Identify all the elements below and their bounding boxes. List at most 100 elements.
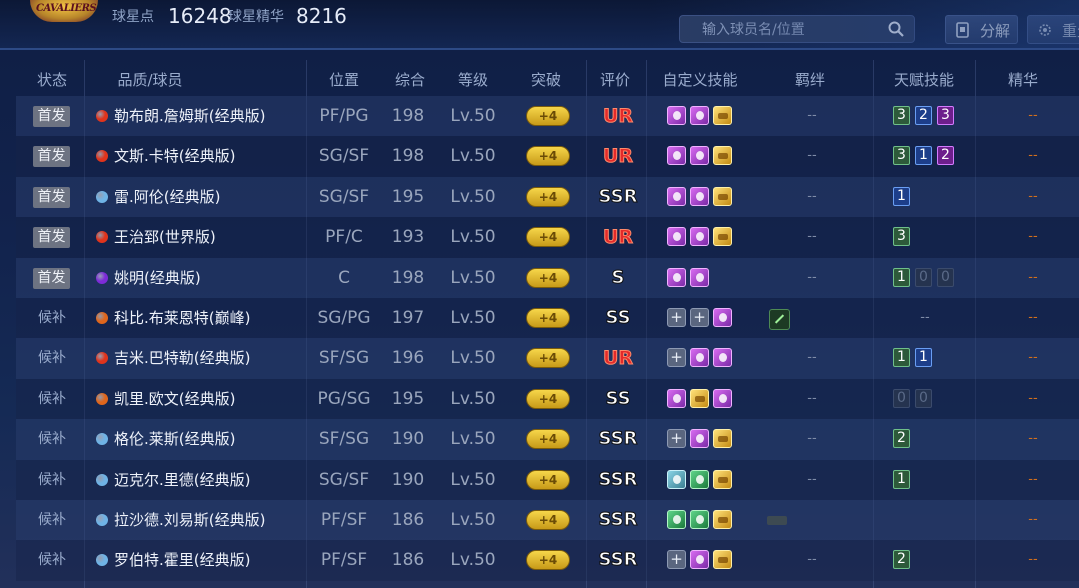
player-row[interactable]: 首发 雷.阿伦(经典版) SG/SF 195 Lv.50 +4 SSR -- 1 -- (16, 176, 1079, 218)
purple-skill-icon[interactable] (667, 186, 686, 206)
player-row[interactable]: 候补 科比.布莱恩特(巅峰) SG/PG 197 Lv.50 +4 SS + + -- -- (16, 297, 1079, 339)
col-essence[interactable]: 精华 (1008, 69, 1038, 90)
talent-level-badge[interactable]: 2 (893, 550, 910, 570)
gold-skill-icon[interactable] (713, 429, 732, 449)
player-row[interactable]: 首发 王治郅(世界版) PF/C 193 Lv.50 +4 UR -- 3 -- (16, 217, 1079, 258)
add-skill-slot[interactable]: + (667, 429, 686, 449)
player-name[interactable]: 吉米.巴特勒(经典版) (114, 338, 250, 378)
player-row[interactable]: 候补 凯里.欧文(经典版) PG/SG 195 Lv.50 +4 SS -- 0 0 -- (16, 378, 1079, 420)
talent-level-badge[interactable]: 0 (893, 388, 910, 408)
talent-level-badge[interactable]: 1 (915, 348, 932, 368)
talent-level-badge[interactable]: 2 (893, 429, 910, 449)
player-row[interactable]: 首发 姚明(经典版) C 198 Lv.50 +4 S -- 1 0 0 -- (16, 257, 1079, 298)
player-name[interactable]: 拉沙德.刘易斯(经典版) (114, 500, 265, 540)
purple-skill-icon[interactable] (667, 267, 686, 287)
purple-skill-icon[interactable] (690, 146, 709, 166)
gold-skill-icon[interactable] (713, 186, 732, 206)
player-name[interactable]: 罗伯特.霍里(经典版) (114, 540, 250, 580)
green-skill-icon[interactable] (690, 509, 709, 529)
starter-badge[interactable]: 首发 (33, 106, 70, 127)
sub-status[interactable]: 候补 (38, 540, 66, 580)
purple-skill-icon[interactable] (667, 227, 686, 247)
purple-skill-icon[interactable] (667, 106, 686, 125)
sub-status[interactable]: 候补 (38, 298, 66, 338)
player-search[interactable] (679, 15, 915, 43)
talent-level-badge[interactable]: 0 (915, 267, 932, 287)
sub-status[interactable]: 候补 (38, 419, 66, 459)
talent-level-badge[interactable]: 2 (937, 146, 954, 166)
talent-level-badge[interactable]: 1 (893, 267, 910, 287)
player-row[interactable]: 候补 格伦.莱斯(经典版) SF/SG 190 Lv.50 +4 SSR + -- 2 -- (16, 419, 1079, 460)
col-level[interactable]: 等级 (458, 69, 488, 90)
purple-skill-icon[interactable] (713, 307, 732, 327)
decompose-button[interactable]: 分解 (945, 15, 1018, 44)
gold-skill-icon[interactable] (713, 509, 732, 529)
bond-icon[interactable] (769, 308, 790, 330)
purple-skill-icon[interactable] (667, 146, 686, 166)
col-player[interactable]: 品质/球员 (117, 69, 182, 90)
col-breakthrough[interactable]: 突破 (531, 69, 561, 90)
add-skill-slot[interactable]: + (667, 550, 686, 570)
starter-badge[interactable]: 首发 (33, 267, 70, 289)
green-skill-icon[interactable] (667, 509, 686, 529)
talent-level-badge[interactable]: 3 (893, 106, 910, 125)
col-status[interactable]: 状态 (37, 69, 67, 90)
player-row[interactable]: 候补 罗伯特.霍里(经典版) PF/SF 186 Lv.50 +4 SSR + -- 2 -- (16, 540, 1079, 581)
col-custom-skills[interactable]: 自定义技能 (662, 69, 737, 90)
talent-level-badge[interactable]: 0 (937, 267, 954, 287)
purple-skill-icon[interactable] (690, 186, 709, 206)
talent-level-badge[interactable]: 1 (915, 146, 932, 166)
col-rating[interactable]: 评价 (600, 69, 630, 90)
purple-skill-icon[interactable] (690, 429, 709, 449)
player-row[interactable]: 首发 文斯.卡特(经典版) SG/SF 198 Lv.50 +4 UR -- 3 1 2 -- (16, 136, 1079, 177)
talent-level-badge[interactable]: 3 (893, 227, 910, 247)
purple-skill-icon[interactable] (713, 388, 732, 408)
starter-badge[interactable]: 首发 (33, 227, 70, 249)
col-overall[interactable]: 综合 (395, 69, 425, 90)
player-name[interactable]: 迈克尔.里德(经典版) (114, 460, 250, 500)
player-name[interactable]: 勒布朗.詹姆斯(经典版) (114, 96, 265, 136)
talent-level-badge[interactable]: 2 (915, 106, 932, 125)
purple-skill-icon[interactable] (667, 388, 686, 408)
talent-level-badge[interactable]: 0 (915, 388, 932, 408)
talent-level-badge[interactable]: 3 (893, 146, 910, 166)
talent-level-badge[interactable]: 3 (937, 106, 954, 125)
green-skill-icon[interactable] (690, 469, 709, 489)
player-name[interactable]: 雷.阿伦(经典版) (114, 177, 220, 217)
player-name[interactable]: 姚明(经典版) (114, 258, 201, 298)
purple-skill-icon[interactable] (690, 106, 709, 125)
reset-button[interactable]: 重生 (1027, 15, 1079, 44)
player-name[interactable]: 凯里.欧文(经典版) (114, 379, 235, 419)
purple-skill-icon[interactable] (690, 348, 709, 368)
gold-skill-icon[interactable] (713, 550, 732, 570)
talent-level-badge[interactable]: 1 (893, 186, 910, 206)
player-row[interactable]: 候补 吉米.巴特勒(经典版) SF/SG 196 Lv.50 +4 UR + -- 1 1 -- (16, 338, 1079, 379)
player-name[interactable]: 科比.布莱恩特(巅峰) (114, 298, 250, 338)
add-skill-slot[interactable]: + (690, 307, 709, 327)
purple-skill-icon[interactable] (713, 348, 732, 368)
gold-skill-icon[interactable] (713, 469, 732, 489)
gold-skill-icon[interactable] (713, 146, 732, 166)
sub-status[interactable]: 候补 (38, 500, 66, 540)
gold-skill-icon[interactable] (713, 227, 732, 247)
search-input[interactable] (700, 20, 884, 40)
player-name[interactable]: 文斯.卡特(经典版) (114, 136, 235, 176)
sub-status[interactable]: 候补 (38, 379, 66, 419)
col-talents[interactable]: 天赋技能 (894, 69, 954, 90)
player-row[interactable]: 候补 拉沙德.刘易斯(经典版) PF/SF 186 Lv.50 +4 SSR -- (16, 499, 1079, 541)
player-row[interactable]: 首发 勒布朗.詹姆斯(经典版) PF/PG 198 Lv.50 +4 UR -- 3 2 3 -- (16, 96, 1079, 137)
col-bond[interactable]: 羁绊 (795, 69, 825, 90)
search-icon[interactable] (888, 21, 904, 37)
sub-status[interactable]: 候补 (38, 338, 66, 378)
add-skill-slot[interactable]: + (667, 348, 686, 368)
talent-level-badge[interactable]: 1 (893, 348, 910, 368)
starter-badge[interactable]: 首发 (33, 186, 70, 208)
starter-badge[interactable]: 首发 (33, 146, 70, 168)
col-position[interactable]: 位置 (329, 69, 359, 90)
talent-level-badge[interactable]: 1 (893, 469, 910, 489)
player-name[interactable]: 王治郅(世界版) (114, 217, 216, 257)
purple-skill-icon[interactable] (690, 550, 709, 570)
teal-skill-icon[interactable] (667, 469, 686, 489)
purple-skill-icon[interactable] (690, 267, 709, 287)
purple-skill-icon[interactable] (690, 227, 709, 247)
